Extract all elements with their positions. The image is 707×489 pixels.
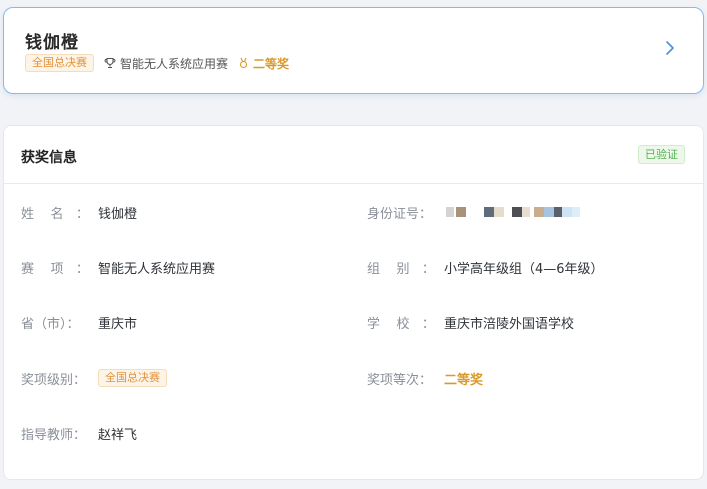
- award-meta-row: 全国总决赛 智能无人系统应用赛 二等奖: [25, 54, 289, 72]
- field-group: 组 别 ： 小学高年级组（4—6年级）: [367, 257, 604, 277]
- award-level-tag: 全国总决赛: [98, 369, 167, 387]
- trophy-icon: [104, 57, 116, 69]
- field-value: 重庆市: [98, 316, 138, 332]
- level-tag: 全国总决赛: [25, 54, 94, 72]
- field-label: 身份证号：: [367, 206, 433, 222]
- info-card-title: 获奖信息: [21, 150, 77, 166]
- field-event: 赛 项 ： 智能无人系统应用赛: [21, 257, 215, 277]
- competition-name: 智能无人系统应用赛: [120, 56, 229, 71]
- field-label: 指导教师：: [21, 427, 87, 443]
- award-item: 二等奖: [238, 55, 289, 72]
- chevron-right-icon[interactable]: [663, 38, 677, 58]
- field-name: 姓 名 ： 钱伽橙: [21, 202, 137, 222]
- field-value: 赵祥飞: [98, 427, 138, 443]
- field-school: 学 校 ： 重庆市涪陵外国语学校: [367, 312, 574, 332]
- field-award-rank: 奖项等次： 二等奖: [367, 368, 483, 388]
- competition-item: 智能无人系统应用赛: [104, 55, 228, 72]
- field-value: 钱伽橙: [98, 206, 138, 222]
- field-teacher: 指导教师： 赵祥飞: [21, 423, 137, 443]
- award-info-card: 获奖信息 已验证 姓 名 ： 钱伽橙 身份证号： 赛 项 ： 智能无人系统应用赛…: [3, 125, 704, 480]
- field-label: 姓 名 ：: [21, 206, 89, 222]
- field-value: 智能无人系统应用赛: [98, 261, 216, 277]
- field-label: 省（市）：: [21, 316, 80, 332]
- field-label: 赛 项 ：: [21, 261, 89, 277]
- award-summary-card[interactable]: 钱伽橙 全国总决赛 智能无人系统应用赛 二等奖: [3, 7, 704, 94]
- field-label: 奖项级别：: [21, 372, 87, 388]
- id-number-redacted: [446, 207, 580, 217]
- field-province: 省（市）： 重庆市: [21, 312, 137, 332]
- medal-icon: [239, 57, 248, 69]
- field-label: 组 别 ：: [367, 261, 435, 277]
- student-name: 钱伽橙: [25, 33, 79, 53]
- field-award-level: 奖项级别： 全国总决赛: [21, 368, 167, 388]
- info-card-header: 获奖信息 已验证: [4, 126, 703, 184]
- award-name: 二等奖: [253, 56, 290, 71]
- field-value: 二等奖: [444, 372, 484, 388]
- verified-badge: 已验证: [638, 145, 685, 164]
- field-label: 奖项等次：: [367, 372, 433, 388]
- field-id-number: 身份证号：: [367, 202, 580, 222]
- field-label: 学 校 ：: [367, 316, 435, 332]
- field-value: 小学高年级组（4—6年级）: [444, 261, 604, 277]
- field-value: 重庆市涪陵外国语学校: [444, 316, 575, 332]
